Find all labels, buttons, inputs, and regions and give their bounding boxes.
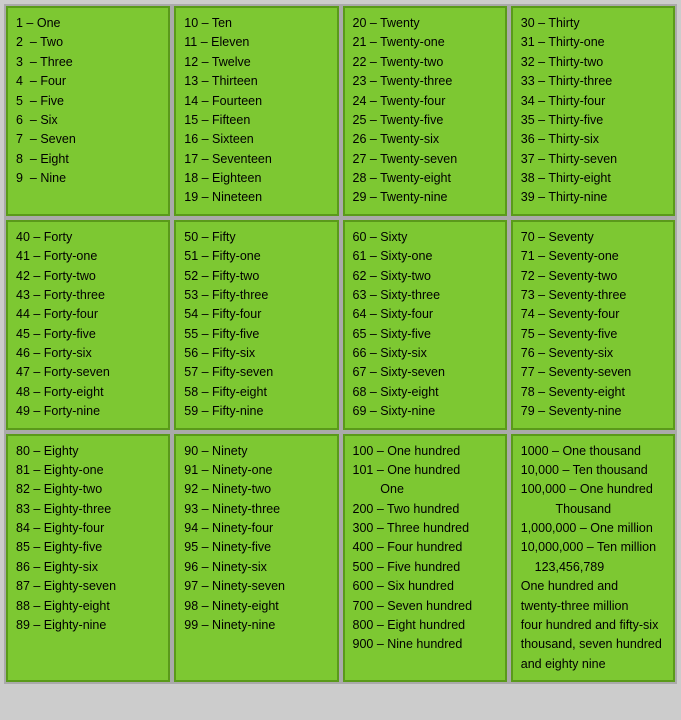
cell-70-79-text: 70 – Seventy 71 – Seventy-one 72 – Seven… bbox=[521, 228, 665, 422]
cell-40-49-text: 40 – Forty 41 – Forty-one 42 – Forty-two… bbox=[16, 228, 160, 422]
cell-1000-plus: 1000 – One thousand 10,000 – Ten thousan… bbox=[511, 434, 675, 683]
cell-90-99-text: 90 – Ninety 91 – Ninety-one 92 – Ninety-… bbox=[184, 442, 328, 636]
numbers-grid: 1 – One 2 – Two 3 – Three 4 – Four 5 – F… bbox=[4, 4, 677, 684]
cell-30-39-text: 30 – Thirty 31 – Thirty-one 32 – Thirty-… bbox=[521, 14, 665, 208]
cell-100-900: 100 – One hundred 101 – One hundred One … bbox=[343, 434, 507, 683]
cell-1-10-text: 1 – One 2 – Two 3 – Three 4 – Four 5 – F… bbox=[16, 14, 160, 188]
cell-60-69: 60 – Sixty 61 – Sixty-one 62 – Sixty-two… bbox=[343, 220, 507, 430]
cell-20-29: 20 – Twenty 21 – Twenty-one 22 – Twenty-… bbox=[343, 6, 507, 216]
cell-10-19: 10 – Ten 11 – Eleven 12 – Twelve 13 – Th… bbox=[174, 6, 338, 216]
cell-30-39: 30 – Thirty 31 – Thirty-one 32 – Thirty-… bbox=[511, 6, 675, 216]
cell-80-89: 80 – Eighty 81 – Eighty-one 82 – Eighty-… bbox=[6, 434, 170, 683]
cell-50-59: 50 – Fifty 51 – Fifty-one 52 – Fifty-two… bbox=[174, 220, 338, 430]
cell-60-69-text: 60 – Sixty 61 – Sixty-one 62 – Sixty-two… bbox=[353, 228, 497, 422]
cell-40-49: 40 – Forty 41 – Forty-one 42 – Forty-two… bbox=[6, 220, 170, 430]
cell-1-10: 1 – One 2 – Two 3 – Three 4 – Four 5 – F… bbox=[6, 6, 170, 216]
cell-10-19-text: 10 – Ten 11 – Eleven 12 – Twelve 13 – Th… bbox=[184, 14, 328, 208]
cell-80-89-text: 80 – Eighty 81 – Eighty-one 82 – Eighty-… bbox=[16, 442, 160, 636]
cell-1000-plus-text: 1000 – One thousand 10,000 – Ten thousan… bbox=[521, 442, 665, 675]
cell-100-900-text: 100 – One hundred 101 – One hundred One … bbox=[353, 442, 497, 655]
cell-50-59-text: 50 – Fifty 51 – Fifty-one 52 – Fifty-two… bbox=[184, 228, 328, 422]
cell-90-99: 90 – Ninety 91 – Ninety-one 92 – Ninety-… bbox=[174, 434, 338, 683]
cell-20-29-text: 20 – Twenty 21 – Twenty-one 22 – Twenty-… bbox=[353, 14, 497, 208]
cell-70-79: 70 – Seventy 71 – Seventy-one 72 – Seven… bbox=[511, 220, 675, 430]
